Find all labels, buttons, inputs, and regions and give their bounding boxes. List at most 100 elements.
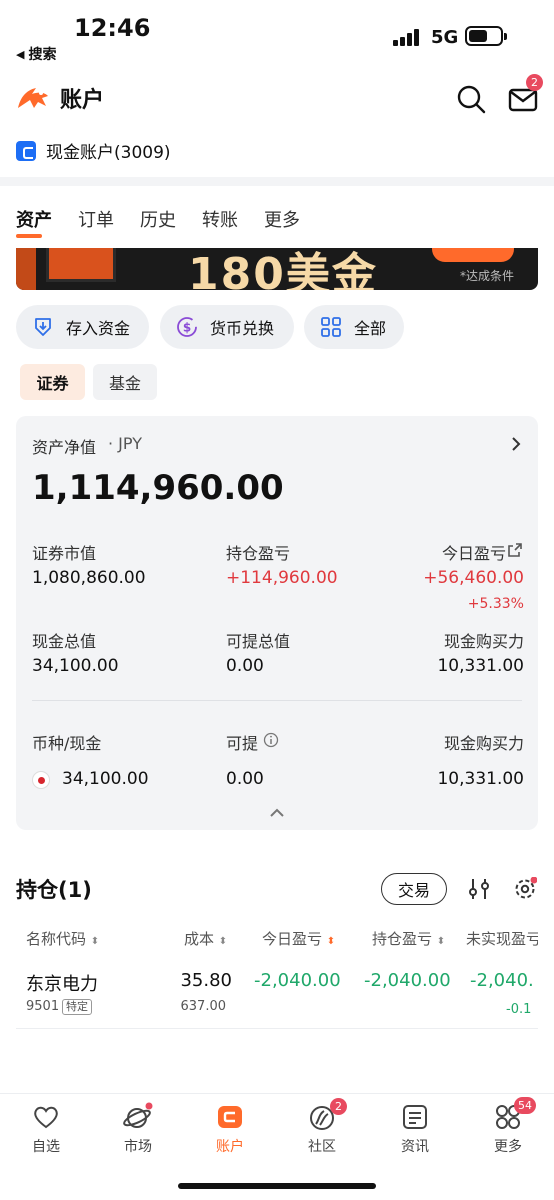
segment-securities[interactable]: 证券 xyxy=(20,364,85,400)
cash-total-value: 34,100.00 xyxy=(32,656,119,676)
jpy-buying-power-value: 10,331.00 xyxy=(437,769,524,789)
page-title: 账户 xyxy=(60,88,105,113)
deposit-button[interactable]: 存入资金 xyxy=(16,305,149,349)
buying-power-label: 现金购买力 xyxy=(443,632,524,651)
info-icon[interactable] xyxy=(263,732,279,748)
col-pl-header[interactable]: 持仓盈亏 ⬍ xyxy=(372,928,445,949)
nav-watchlist[interactable]: 自选 xyxy=(16,1102,76,1156)
account-selector[interactable]: 现金账户(3009) xyxy=(16,138,171,163)
today-pl-cell: -2,040.00 xyxy=(254,970,341,991)
tab-assets[interactable]: 资产 xyxy=(16,206,52,238)
withdrawable-label: 可提总值 xyxy=(226,632,291,651)
col-cost-header[interactable]: 成本 ⬍ xyxy=(184,928,227,949)
tab-orders[interactable]: 订单 xyxy=(78,206,114,238)
currency-exchange-button[interactable]: $ 货币兑换 xyxy=(160,305,294,349)
nav-market[interactable]: 市场 xyxy=(108,1102,168,1156)
all-actions-button[interactable]: 全部 xyxy=(304,305,404,349)
nav-label: 市场 xyxy=(124,1139,152,1155)
col-unrealized-header[interactable]: 未实现盈亏 xyxy=(466,928,538,949)
sort-icon: ⬍ xyxy=(90,936,100,947)
net-asset-label: 资产净值 xyxy=(32,438,97,457)
trade-button[interactable]: 交易 xyxy=(381,873,447,905)
status-time: 12:46 xyxy=(74,14,151,42)
grid-icon xyxy=(321,317,341,337)
nav-news[interactable]: 资讯 xyxy=(385,1102,445,1156)
settings-gear-icon[interactable] xyxy=(513,877,537,901)
tab-more[interactable]: 更多 xyxy=(264,206,300,238)
today-pl-percent: +5.33% xyxy=(467,596,524,612)
position-pl-value: +114,960.00 xyxy=(226,568,338,588)
col-today-label: 今日盈亏 xyxy=(262,930,323,948)
positions-title: 持仓(1) xyxy=(16,878,92,902)
all-label: 全部 xyxy=(354,319,387,338)
col-today-header[interactable]: 今日盈亏 ⬍ xyxy=(262,928,335,949)
stock-name: 东京电力 xyxy=(26,974,98,995)
nav-label: 更多 xyxy=(494,1139,522,1155)
market-value-label: 证券市值 xyxy=(32,544,97,563)
wallet-icon xyxy=(16,140,36,161)
stock-code: 9501 xyxy=(26,999,60,1014)
unrealized-pl-cell: -2,040.00 xyxy=(470,970,532,991)
nav-label: 资讯 xyxy=(401,1139,429,1155)
withdraw-column-label: 可提 xyxy=(226,734,259,753)
news-icon xyxy=(403,1105,427,1129)
row-divider xyxy=(16,1028,538,1029)
app-header: 账户 2 xyxy=(0,72,554,124)
cost-sub-value: 637.00 xyxy=(180,999,227,1014)
col-name-header[interactable]: 名称代码 ⬍ xyxy=(26,928,99,949)
heart-icon xyxy=(34,1106,58,1129)
currency-label: · JPY xyxy=(108,434,142,453)
community-badge: 2 xyxy=(330,1098,347,1115)
gift-box-icon xyxy=(46,248,116,282)
back-arrow-icon: ◀ xyxy=(16,47,25,61)
jpy-withdraw-value: 0.00 xyxy=(226,769,264,789)
sort-icon: ⬍ xyxy=(218,936,228,947)
signal-icon xyxy=(393,28,423,46)
battery-icon xyxy=(465,26,507,46)
chevron-right-icon[interactable] xyxy=(510,436,522,452)
currency-cash-label: 币种/现金 xyxy=(32,734,102,753)
unrealized-pl-percent: -0.1 xyxy=(506,1002,532,1017)
sliders-icon[interactable] xyxy=(467,877,491,901)
deposit-label: 存入资金 xyxy=(66,319,131,338)
tab-transfer[interactable]: 转账 xyxy=(202,206,238,238)
svg-text:$: $ xyxy=(183,321,191,335)
col-unrealized-label: 未实现盈亏 xyxy=(466,930,538,948)
share-icon[interactable] xyxy=(507,542,523,558)
wallet-icon xyxy=(218,1106,242,1128)
brand-logo-icon xyxy=(18,88,48,108)
asset-summary-card[interactable]: 资产净值 · JPY 1,114,960.00 证券市值 1,080,860.0… xyxy=(16,416,538,830)
col-cost-label: 成本 xyxy=(184,930,215,948)
search-icon[interactable] xyxy=(456,84,486,114)
banner-cta-button[interactable] xyxy=(432,248,514,262)
nav-community[interactable]: 社区 2 xyxy=(292,1098,352,1156)
back-search-label: 搜索 xyxy=(28,47,57,63)
banner-note: *达成条件 xyxy=(460,269,515,283)
net-asset-value: 1,114,960.00 xyxy=(32,468,284,508)
chevron-up-icon[interactable] xyxy=(269,808,285,818)
tab-history[interactable]: 历史 xyxy=(140,206,176,238)
account-name: 现金账户(3009) xyxy=(46,143,171,163)
jpy-cash-value: 34,100.00 xyxy=(62,769,149,789)
nav-label: 账户 xyxy=(216,1139,244,1155)
cost-value: 635.80 xyxy=(180,970,232,991)
back-to-search-button[interactable]: ◀ 搜索 xyxy=(16,44,56,64)
withdrawable-value: 0.00 xyxy=(226,656,264,676)
card-divider xyxy=(32,700,522,701)
deposit-icon xyxy=(35,318,51,336)
planet-icon xyxy=(123,1102,153,1128)
cash-total-label: 现金总值 xyxy=(32,632,97,651)
account-type-tag: 特定 xyxy=(62,999,92,1015)
japan-flag-icon xyxy=(32,771,50,789)
buying-power-column-label: 现金购买力 xyxy=(443,734,524,753)
nav-more[interactable]: 更多 54 xyxy=(478,1097,538,1156)
nav-account[interactable]: 账户 xyxy=(200,1102,260,1156)
section-divider xyxy=(0,177,554,186)
home-indicator[interactable] xyxy=(178,1183,376,1189)
col-name-label: 名称代码 xyxy=(26,930,87,948)
sort-desc-icon: ⬍ xyxy=(326,936,336,947)
today-pl-label: 今日盈亏 xyxy=(441,544,506,563)
nav-label: 自选 xyxy=(32,1139,60,1155)
segment-funds[interactable]: 基金 xyxy=(93,364,157,400)
promo-banner[interactable]: 180美金 *达成条件 xyxy=(16,248,538,290)
